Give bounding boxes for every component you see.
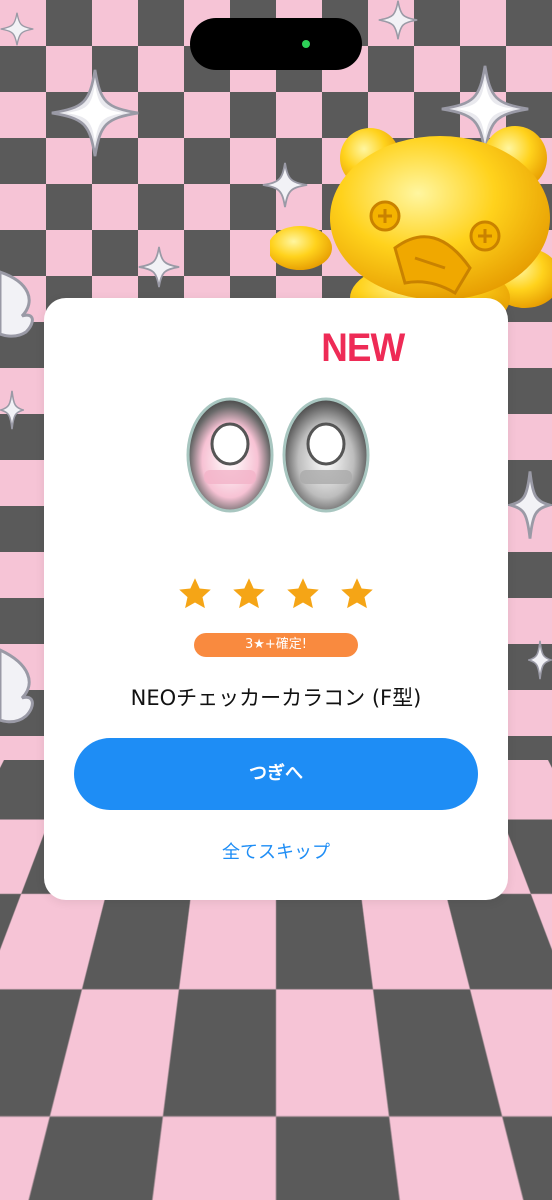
new-badge: NEW [320, 326, 405, 370]
next-button[interactable]: つぎへ [74, 738, 478, 810]
sparkle-icon [138, 246, 180, 288]
sparkle-icon [378, 0, 418, 40]
item-name: NEOチェッカーカラコン (F型) [130, 686, 422, 710]
flame-decoration-icon [0, 270, 34, 338]
rarity-stars [44, 576, 508, 612]
eye-contact-lenses-icon [186, 397, 370, 513]
flame-decoration-icon [0, 648, 34, 724]
dynamic-island [190, 18, 362, 70]
gacha-result-screen: NEW 3★+確定! NEOチェッカーカラコン (F型) つぎへ 全てスキップ [0, 0, 552, 1200]
star-icon [179, 578, 211, 609]
skip-all-link[interactable]: 全てスキップ [44, 838, 508, 864]
sparkle-icon [51, 69, 139, 157]
sparkle-icon [508, 471, 552, 539]
camera-indicator [302, 40, 310, 48]
sparkle-icon [0, 12, 34, 46]
sparkle-icon [528, 640, 552, 680]
star-icon [233, 578, 265, 609]
sparkle-icon [0, 390, 24, 430]
guarantee-pill: 3★+確定! [194, 633, 358, 657]
gacha-result-card: NEW 3★+確定! NEOチェッカーカラコン (F型) つぎへ 全てスキップ [44, 298, 508, 900]
star-icon [287, 578, 319, 609]
star-icon [341, 578, 373, 609]
